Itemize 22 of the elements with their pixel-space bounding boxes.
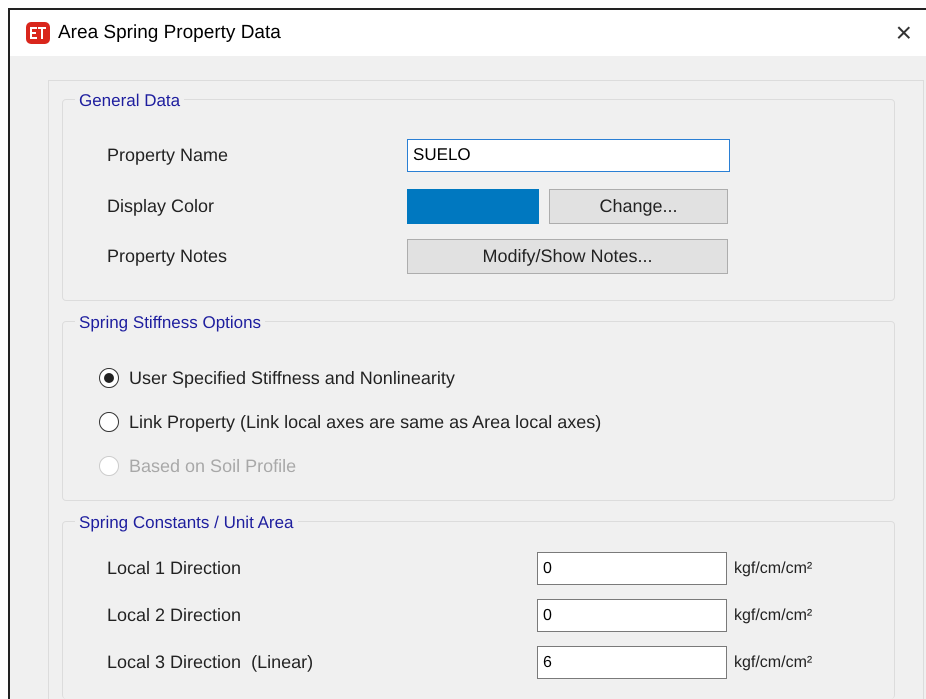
- window-title: Area Spring Property Data: [58, 20, 281, 45]
- radio-button[interactable]: [99, 412, 119, 432]
- stiffness-field[interactable]: 0: [537, 599, 727, 632]
- radio-option[interactable]: User Specified Stiffness and Nonlinearity: [99, 366, 894, 390]
- property-name-field[interactable]: SUELO: [407, 138, 730, 172]
- radio-option[interactable]: Link Property (Link local axes are same as Area local axes): [99, 410, 894, 434]
- close-button[interactable]: ×: [892, 19, 916, 47]
- app-logo-icon: [26, 22, 50, 44]
- radio-button[interactable]: [99, 368, 119, 388]
- unit-label: kgf/cm/cm²: [734, 652, 812, 672]
- unit-label: kgf/cm/cm²: [734, 606, 812, 626]
- field-label: Local 2 Direction: [107, 604, 242, 627]
- stiffness-field[interactable]: 0: [537, 552, 727, 585]
- modify-notes-button[interactable]: Modify/Show Notes...: [407, 239, 728, 274]
- field-label: Local 3 Direction (Linear): [107, 651, 314, 674]
- change-button[interactable]: Change...: [549, 189, 728, 224]
- field-label: Property Notes: [107, 245, 228, 268]
- stiffness-field[interactable]: 6: [537, 646, 727, 679]
- field-label: Local 1 Direction: [107, 557, 242, 580]
- field-label: Display Color: [107, 195, 216, 218]
- field-label: Property Name: [107, 144, 230, 167]
- unit-label: kgf/cm/cm²: [734, 558, 812, 578]
